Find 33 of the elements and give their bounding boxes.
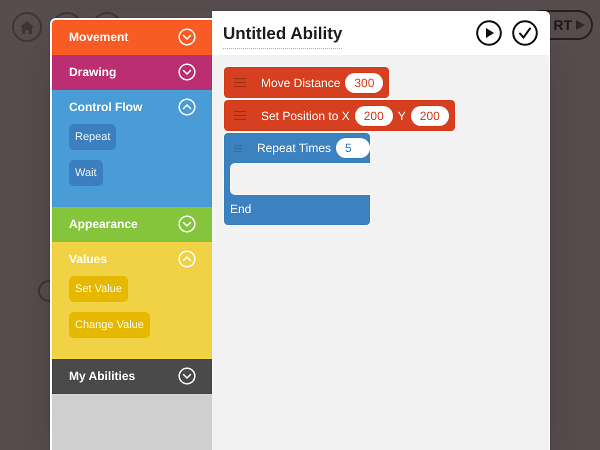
command-block[interactable]: Set Position to X 200 Y 200 xyxy=(224,100,455,131)
block-item[interactable]: Repeat xyxy=(69,124,116,150)
category-header[interactable]: Drawing xyxy=(52,55,212,89)
checkmark-icon[interactable] xyxy=(512,20,538,46)
value-field[interactable]: 300 xyxy=(345,72,384,92)
play-icon xyxy=(576,20,585,30)
category-header[interactable]: Control Flow xyxy=(52,90,212,124)
block-item[interactable]: Wait xyxy=(69,160,103,186)
category-header[interactable]: Movement xyxy=(52,20,212,54)
home-icon xyxy=(20,20,34,34)
home-button[interactable] xyxy=(12,12,42,42)
chevron-down-icon xyxy=(178,215,196,233)
repeat-block[interactable]: Repeat Times 5 End xyxy=(224,133,370,225)
drag-handle-icon[interactable] xyxy=(234,144,242,152)
chevron-down-icon xyxy=(178,367,196,385)
drag-handle-icon[interactable] xyxy=(234,111,246,120)
block-label: Set Position to X xyxy=(261,108,350,124)
chevron-down-icon xyxy=(178,28,196,46)
value-field[interactable]: 200 xyxy=(354,106,393,126)
chevron-down-icon xyxy=(178,63,196,81)
block-label: Move Distance xyxy=(261,74,340,92)
block-label: Repeat Times xyxy=(256,140,331,157)
command-block[interactable]: Move Distance 300 xyxy=(224,67,390,98)
category-header[interactable]: Appearance xyxy=(52,207,212,241)
chevron-up-icon xyxy=(178,98,196,116)
end-label: End xyxy=(230,201,252,218)
value-field[interactable]: 5 xyxy=(336,138,370,158)
value-field[interactable]: 200 xyxy=(410,106,449,126)
block-label: Y xyxy=(398,108,406,124)
play-icon[interactable] xyxy=(476,20,502,46)
drag-handle-icon[interactable] xyxy=(234,78,246,87)
chevron-up-icon xyxy=(178,250,196,268)
category-header[interactable]: My Abilities xyxy=(52,359,212,393)
